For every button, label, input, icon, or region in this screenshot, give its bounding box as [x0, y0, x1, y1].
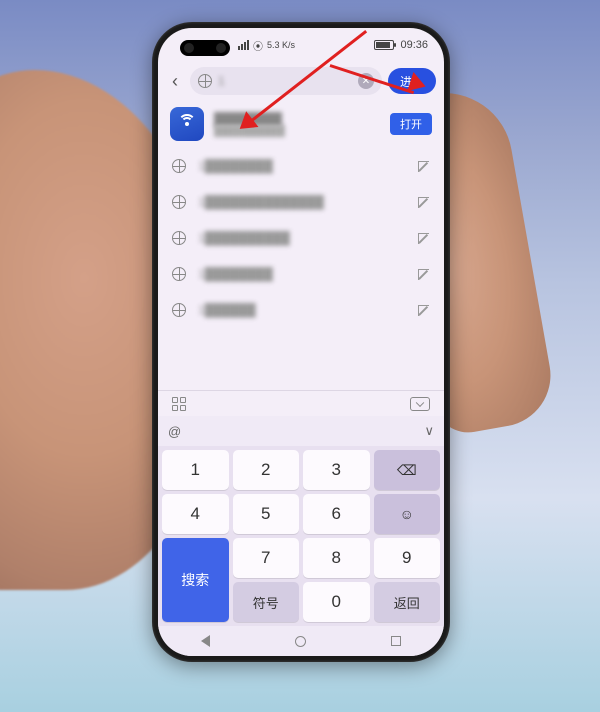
- key-5[interactable]: 5: [233, 494, 300, 534]
- open-button[interactable]: 打开: [390, 113, 432, 135]
- key-2[interactable]: 2: [233, 450, 300, 490]
- globe-icon: [172, 267, 186, 281]
- globe-icon: [172, 231, 186, 245]
- history-item[interactable]: 1██████████████: [158, 184, 444, 220]
- top-suggestion[interactable]: ████████ ██████████ 打开: [158, 100, 444, 148]
- history-text: 1██████: [198, 303, 404, 317]
- chevron-down-icon[interactable]: ∨: [424, 423, 434, 439]
- collapse-keyboard-icon[interactable]: [410, 397, 430, 411]
- key-4[interactable]: 4: [162, 494, 229, 534]
- nav-back-icon[interactable]: [201, 635, 210, 647]
- network-speed: 5.3 K/s: [267, 40, 295, 50]
- punch-hole-camera: [180, 40, 230, 56]
- history-item[interactable]: 1████████: [158, 148, 444, 184]
- history-item[interactable]: 1██████████: [158, 220, 444, 256]
- backspace-key[interactable]: ⌫: [374, 450, 441, 490]
- history-text: 1████████: [198, 159, 404, 173]
- suggestion-title: ████████: [214, 112, 380, 126]
- keyboard-toolbar: [158, 390, 444, 416]
- globe-icon: [198, 74, 212, 88]
- phone-frame: ⦿ 5.3 K/s 09:36 ‹ 1 ✕ 进入 ████████ ██████…: [152, 22, 450, 662]
- fill-arrow-icon[interactable]: [416, 159, 430, 173]
- history-text: 1████████: [198, 267, 404, 281]
- wifi-app-icon: [170, 107, 204, 141]
- return-key[interactable]: 返回: [374, 582, 441, 622]
- globe-icon: [172, 159, 186, 173]
- key-8[interactable]: 8: [303, 538, 370, 578]
- suggestion-subtitle: ██████████: [214, 126, 380, 137]
- globe-icon: [172, 303, 186, 317]
- key-9[interactable]: 9: [374, 538, 441, 578]
- nav-home-icon[interactable]: [295, 636, 306, 647]
- signal-icon: [238, 40, 249, 50]
- fill-arrow-icon[interactable]: [416, 195, 430, 209]
- enter-button[interactable]: 进入: [388, 68, 436, 94]
- search-key[interactable]: 搜索: [162, 538, 229, 622]
- globe-icon: [172, 195, 186, 209]
- key-7[interactable]: 7: [233, 538, 300, 578]
- wifi-icon: ⦿: [253, 38, 263, 53]
- address-input[interactable]: 1: [218, 74, 352, 88]
- history-item[interactable]: 1██████: [158, 292, 444, 328]
- suggestion-text: ████████ ██████████: [214, 112, 380, 137]
- history-text: 1██████████: [198, 231, 404, 245]
- apps-grid-icon[interactable]: [172, 397, 186, 411]
- key-1[interactable]: 1: [162, 450, 229, 490]
- clock: 09:36: [400, 39, 428, 51]
- at-key[interactable]: @: [168, 424, 181, 439]
- fill-arrow-icon[interactable]: [416, 303, 430, 317]
- battery-icon: [374, 40, 394, 50]
- address-bar-row: ‹ 1 ✕ 进入: [158, 62, 444, 100]
- numeric-keyboard: 1 2 3 ⌫ 4 5 6 ☺ 7 8 9 搜索 符号 0 返回: [158, 446, 444, 626]
- back-button[interactable]: ‹: [166, 71, 184, 92]
- history-list: 1████████ 1██████████████ 1██████████ 1█…: [158, 148, 444, 390]
- emoji-key[interactable]: ☺: [374, 494, 441, 534]
- nav-recents-icon[interactable]: [391, 636, 401, 646]
- history-item[interactable]: 1████████: [158, 256, 444, 292]
- android-nav-bar: [158, 626, 444, 656]
- keyboard-accessory-row: @ ∨: [158, 416, 444, 446]
- key-0[interactable]: 0: [303, 582, 370, 622]
- history-text: 1██████████████: [198, 195, 404, 209]
- clear-input-button[interactable]: ✕: [358, 73, 374, 89]
- symbols-key[interactable]: 符号: [233, 582, 300, 622]
- key-6[interactable]: 6: [303, 494, 370, 534]
- key-3[interactable]: 3: [303, 450, 370, 490]
- phone-screen: ⦿ 5.3 K/s 09:36 ‹ 1 ✕ 进入 ████████ ██████…: [158, 28, 444, 656]
- fill-arrow-icon[interactable]: [416, 231, 430, 245]
- status-left: ⦿ 5.3 K/s: [238, 38, 368, 53]
- fill-arrow-icon[interactable]: [416, 267, 430, 281]
- address-bar[interactable]: 1 ✕: [190, 67, 382, 95]
